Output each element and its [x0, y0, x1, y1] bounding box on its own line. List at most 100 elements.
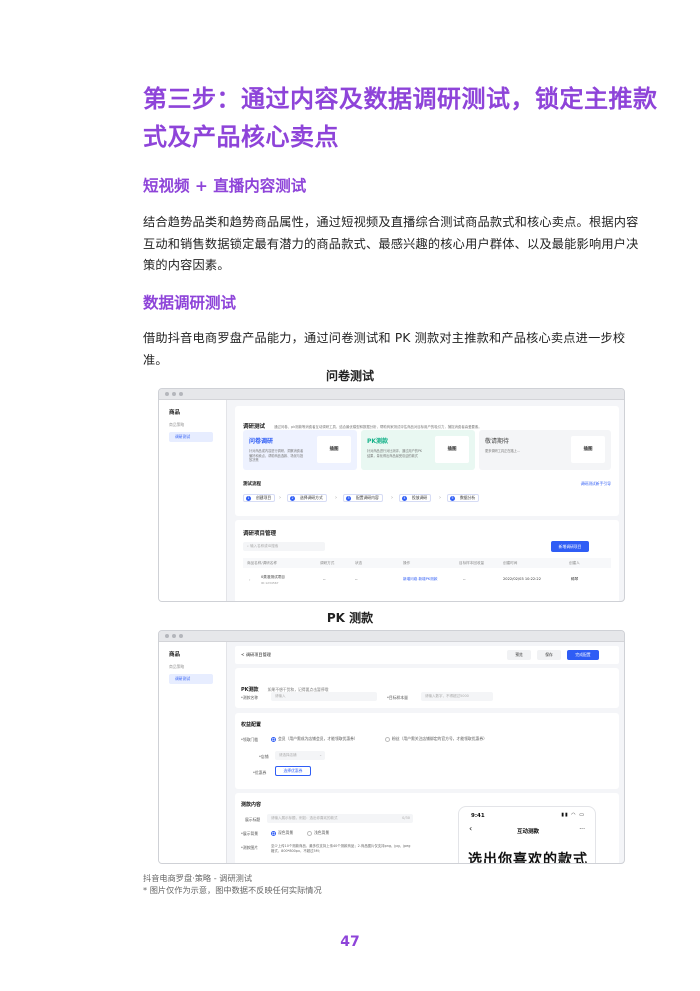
column-header: 创建时间: [503, 561, 518, 565]
arrow-right-icon: ›: [391, 495, 393, 501]
image-label: *测款图片: [241, 845, 259, 850]
section-body-content-test: 结合趋势品类和趋势商品属性，通过短视频及直播综合测试商品款式和核心卖点。根据内容…: [143, 215, 639, 272]
card-illustration: 插图: [317, 436, 351, 463]
column-header: 目标样本回收量: [459, 561, 485, 565]
flow-step: 1 创建项目: [243, 494, 276, 502]
select-coupon-button[interactable]: 选择优惠券: [275, 766, 311, 776]
flow-guide-link[interactable]: 调研测试新手引导: [581, 481, 611, 487]
reward-title: 权益配置: [241, 722, 262, 728]
flow-steps: 1 创建项目 › 2 选择调研方式 › 3 配置调研内容 › 4 投放调研 › 5 数据分…: [243, 494, 613, 502]
phone-time: 9:41: [471, 813, 485, 819]
arrow-right-icon: ›: [279, 495, 281, 501]
flow-step: 3 配置调研内容: [343, 494, 383, 502]
name-label: *测款名称: [241, 695, 259, 700]
coupon-label: *优惠券: [253, 770, 267, 775]
figure-disclaimer: * 图片仅作为示意，图中数据不反映任何实际情况: [143, 885, 322, 895]
section-heading-data-test: 数据调研测试: [143, 294, 237, 312]
display-title-label: 展示标题: [245, 817, 261, 822]
row-time: 2022/02/03 10:22:22: [503, 577, 541, 581]
row-id: ID:1234567: [261, 581, 279, 585]
flow-step: 2 选择调研方式: [287, 494, 327, 502]
flow-title: 测试流程: [243, 482, 261, 487]
research-header-panel: 调研测试 通过问卷、pk测款等消费者互动调研工具，结合最优模型和数据分析，帮助商…: [235, 406, 619, 516]
sidebar: 商品 商品策略 调研测试: [159, 642, 227, 863]
row-mode: --: [323, 577, 326, 581]
row-name: 0类准测试项目: [261, 575, 285, 579]
threshold-label: *领取门槛: [241, 737, 259, 742]
row-operations[interactable]: 新增问卷 新增PK测款: [403, 577, 437, 582]
window-titlebar: [159, 389, 624, 400]
window-dot: [172, 634, 176, 638]
content-title: 测款内容: [241, 802, 262, 808]
arrow-right-icon: ›: [335, 495, 337, 501]
row-sample: --: [463, 577, 466, 581]
background-label: *展示背景: [241, 831, 259, 836]
card-coming-soon: 敬请期待 更多调研工具正在路上… 插图: [479, 430, 611, 470]
flow-step: 4 投放调研: [399, 494, 432, 502]
sidebar-subtitle: 商品策略: [169, 422, 185, 427]
card-illustration: 插图: [435, 436, 469, 463]
radio-dark-bg[interactable]: 深色背景: [271, 830, 293, 836]
image-desc: 至少上传10个测款商品，最多仅支持上传40个测款商品；2.商品图片仅支持png、…: [271, 844, 411, 853]
window-dot: [165, 634, 169, 638]
display-title-input[interactable]: 请输入展示标题，例如：选出你喜欢的款式 0/30: [267, 814, 413, 823]
back-link[interactable]: < 调研项目管理: [241, 652, 271, 658]
column-header: 状态: [355, 561, 363, 565]
card-survey-desc: 针对商品或内容进行调研，洞察消费者偏好和卖点，帮助商品选款、场景与投放决策: [249, 449, 304, 462]
card-pk-desc: 针对商品进行对比测评，通过用户的PK结果，量化得出商品最受欢迎的款式: [367, 449, 423, 458]
radio-icon: [307, 830, 312, 836]
column-header: 商品名称/调研名称: [247, 561, 277, 565]
pk-screenshot: 商品 商品策略 调研测试 < 调研项目管理 预览 保存 完成配置 PK测款 如果…: [158, 630, 625, 864]
radio-selected-icon: [271, 736, 276, 742]
page-number: 47: [340, 934, 360, 950]
figure-title-pk: PK 测款: [326, 611, 374, 625]
card-pk[interactable]: PK测款 针对商品进行对比测评，通过用户的PK结果，量化得出商品最受欢迎的款式 …: [361, 430, 475, 470]
column-header: 操作: [403, 561, 411, 565]
preview-button[interactable]: 预览: [507, 650, 531, 660]
column-header: 调研方式: [320, 561, 335, 565]
phone-title: 互动测款: [516, 829, 539, 835]
section-body-data-test: 借助抖音电商罗盘产品能力，通过问卷测试和 PK 测款对主推款和产品核心卖点进一步…: [143, 331, 626, 367]
phone-preview: 9:41 ▮▮ ◠ ▭ ‹ 互动测款 ··· 选出你喜欢的款式: [458, 806, 596, 864]
shop-label: *店铺: [259, 754, 269, 759]
sidebar-item-research[interactable]: 调研测试: [169, 432, 213, 442]
research-header-desc: 通过问卷、pk测款等消费者互动调研工具，结合最优模型和数据分析，帮助商家测试评估…: [274, 425, 482, 429]
project-management-title: 调研项目管理: [243, 531, 277, 537]
pk-action-bar: < 调研项目管理 预览 保存 完成配置: [235, 646, 619, 664]
flow-step: 5 数据分析: [447, 494, 480, 502]
shop-select[interactable]: 请选择店铺 ⌄: [275, 751, 325, 760]
figure-caption: 抖音电商罗盘·策略 - 调研测试: [143, 873, 253, 883]
pk-info-panel: PK测款 如果不想干货和，记得要点击暂停哦 *测款名称 请输入 *目标样本量 请…: [235, 668, 619, 708]
window-dot: [179, 392, 183, 396]
radio-icon: [385, 736, 390, 742]
radio-member[interactable]: 会员（用户需成为店铺会员，才能领取优惠券）: [271, 736, 358, 742]
sidebar-title: 商品: [169, 410, 181, 416]
complete-config-button[interactable]: 完成配置: [567, 650, 599, 660]
section-heading-content-test: 短视频 + 直播内容测试: [143, 177, 307, 195]
phone-headline: 选出你喜欢的款式: [468, 852, 588, 864]
radio-light-bg[interactable]: 浅色背景: [307, 830, 329, 836]
search-input[interactable]: ⌕ 输入名称或ID搜索: [243, 542, 325, 551]
save-button[interactable]: 保存: [537, 650, 561, 660]
name-input[interactable]: 请输入: [271, 692, 377, 701]
card-survey[interactable]: 问卷调研 针对商品或内容进行调研，洞察消费者偏好和卖点，帮助商品选款、场景与投放…: [243, 430, 357, 470]
sidebar: 商品 商品策略 调研测试: [159, 400, 227, 601]
sample-label: *目标样本量: [387, 695, 408, 700]
radio-fans[interactable]: 粉丝（用户需关注店铺绑定的官方号，才能领取优惠券）: [385, 736, 487, 742]
sidebar-item-research[interactable]: 调研测试: [169, 674, 213, 684]
window-titlebar: [159, 631, 624, 642]
sample-input[interactable]: 请输入数字，不得超过5000: [421, 692, 493, 701]
new-project-button[interactable]: 新增调研项目: [551, 541, 589, 552]
figure-title-survey: 问卷测试: [325, 369, 374, 383]
radio-selected-icon: [271, 830, 276, 836]
card-coming-desc: 更多调研工具正在路上…: [485, 449, 521, 453]
row-status: --: [355, 577, 358, 581]
window-dot: [172, 392, 176, 396]
expand-icon[interactable]: ›: [249, 578, 250, 582]
more-icon[interactable]: ···: [579, 826, 585, 833]
survey-screenshot: 商品 商品策略 调研测试 调研测试 通过问卷、pk测款等消费者互动调研工具，结合…: [158, 388, 625, 602]
arrow-right-icon: ›: [439, 495, 441, 501]
sidebar-subtitle: 商品策略: [169, 664, 185, 669]
column-header: 创建人: [569, 561, 580, 565]
phone-status-icons: ▮▮ ◠ ▭: [561, 812, 585, 818]
